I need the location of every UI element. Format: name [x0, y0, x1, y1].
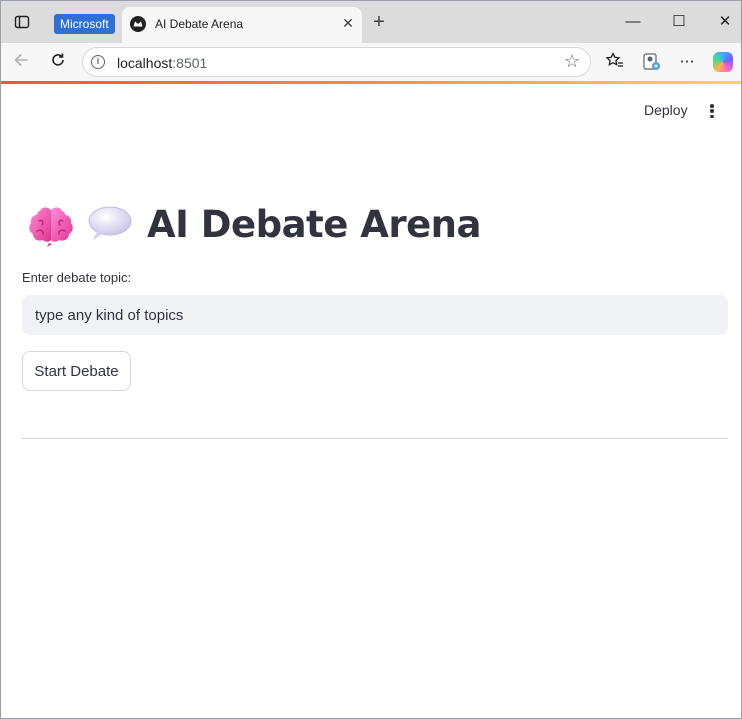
browser-window: Microsoft AI Debate Arena ✕ + — ☐ ✕ i lo… — [0, 0, 742, 719]
star-icon[interactable]: ☆ — [564, 51, 580, 72]
tab-strip: Microsoft AI Debate Arena ✕ + — ☐ ✕ — [1, 1, 741, 43]
divider — [22, 438, 728, 439]
url-text[interactable]: localhost:8501 — [117, 55, 207, 71]
more-icon[interactable]: ⋯ — [676, 51, 698, 73]
copilot-icon[interactable] — [713, 52, 733, 72]
speech-bubble-icon — [88, 206, 132, 240]
new-tab-button[interactable]: + — [369, 12, 389, 32]
url-host: localhost — [117, 55, 173, 71]
info-icon[interactable]: i — [91, 55, 105, 69]
url-port: :8501 — [172, 55, 208, 71]
topic-input[interactable] — [22, 295, 728, 335]
brain-icon — [29, 207, 73, 247]
tab-actions-icon[interactable] — [11, 11, 33, 33]
address-bar[interactable]: i localhost:8501 ☆ — [82, 47, 591, 77]
page-title: AI Debate Arena — [147, 202, 482, 246]
profile-icon[interactable] — [641, 51, 663, 73]
minimize-button[interactable]: — — [622, 11, 644, 33]
app-decoration-bar — [1, 81, 741, 84]
back-arrow-icon[interactable] — [10, 51, 32, 73]
microsoft-badge[interactable]: Microsoft — [54, 14, 115, 34]
browser-toolbar: i localhost:8501 ☆ ⋯ — [1, 43, 741, 81]
tab-title: AI Debate Arena — [155, 17, 244, 31]
topic-label: Enter debate topic: — [22, 270, 132, 285]
close-tab-icon[interactable]: ✕ — [340, 15, 356, 31]
favorites-icon[interactable] — [604, 51, 626, 73]
reload-icon[interactable] — [47, 51, 69, 73]
start-debate-button[interactable]: Start Debate — [22, 351, 131, 391]
maximize-button[interactable]: ☐ — [668, 11, 690, 33]
page-title-row: AI Debate Arena — [27, 199, 482, 249]
streamlit-favicon-icon — [130, 16, 146, 32]
main-menu-icon[interactable] — [704, 102, 720, 120]
deploy-button[interactable]: Deploy — [644, 102, 688, 118]
tab-ai-debate-arena[interactable]: AI Debate Arena ✕ — [122, 7, 362, 43]
close-window-button[interactable]: ✕ — [714, 11, 736, 33]
